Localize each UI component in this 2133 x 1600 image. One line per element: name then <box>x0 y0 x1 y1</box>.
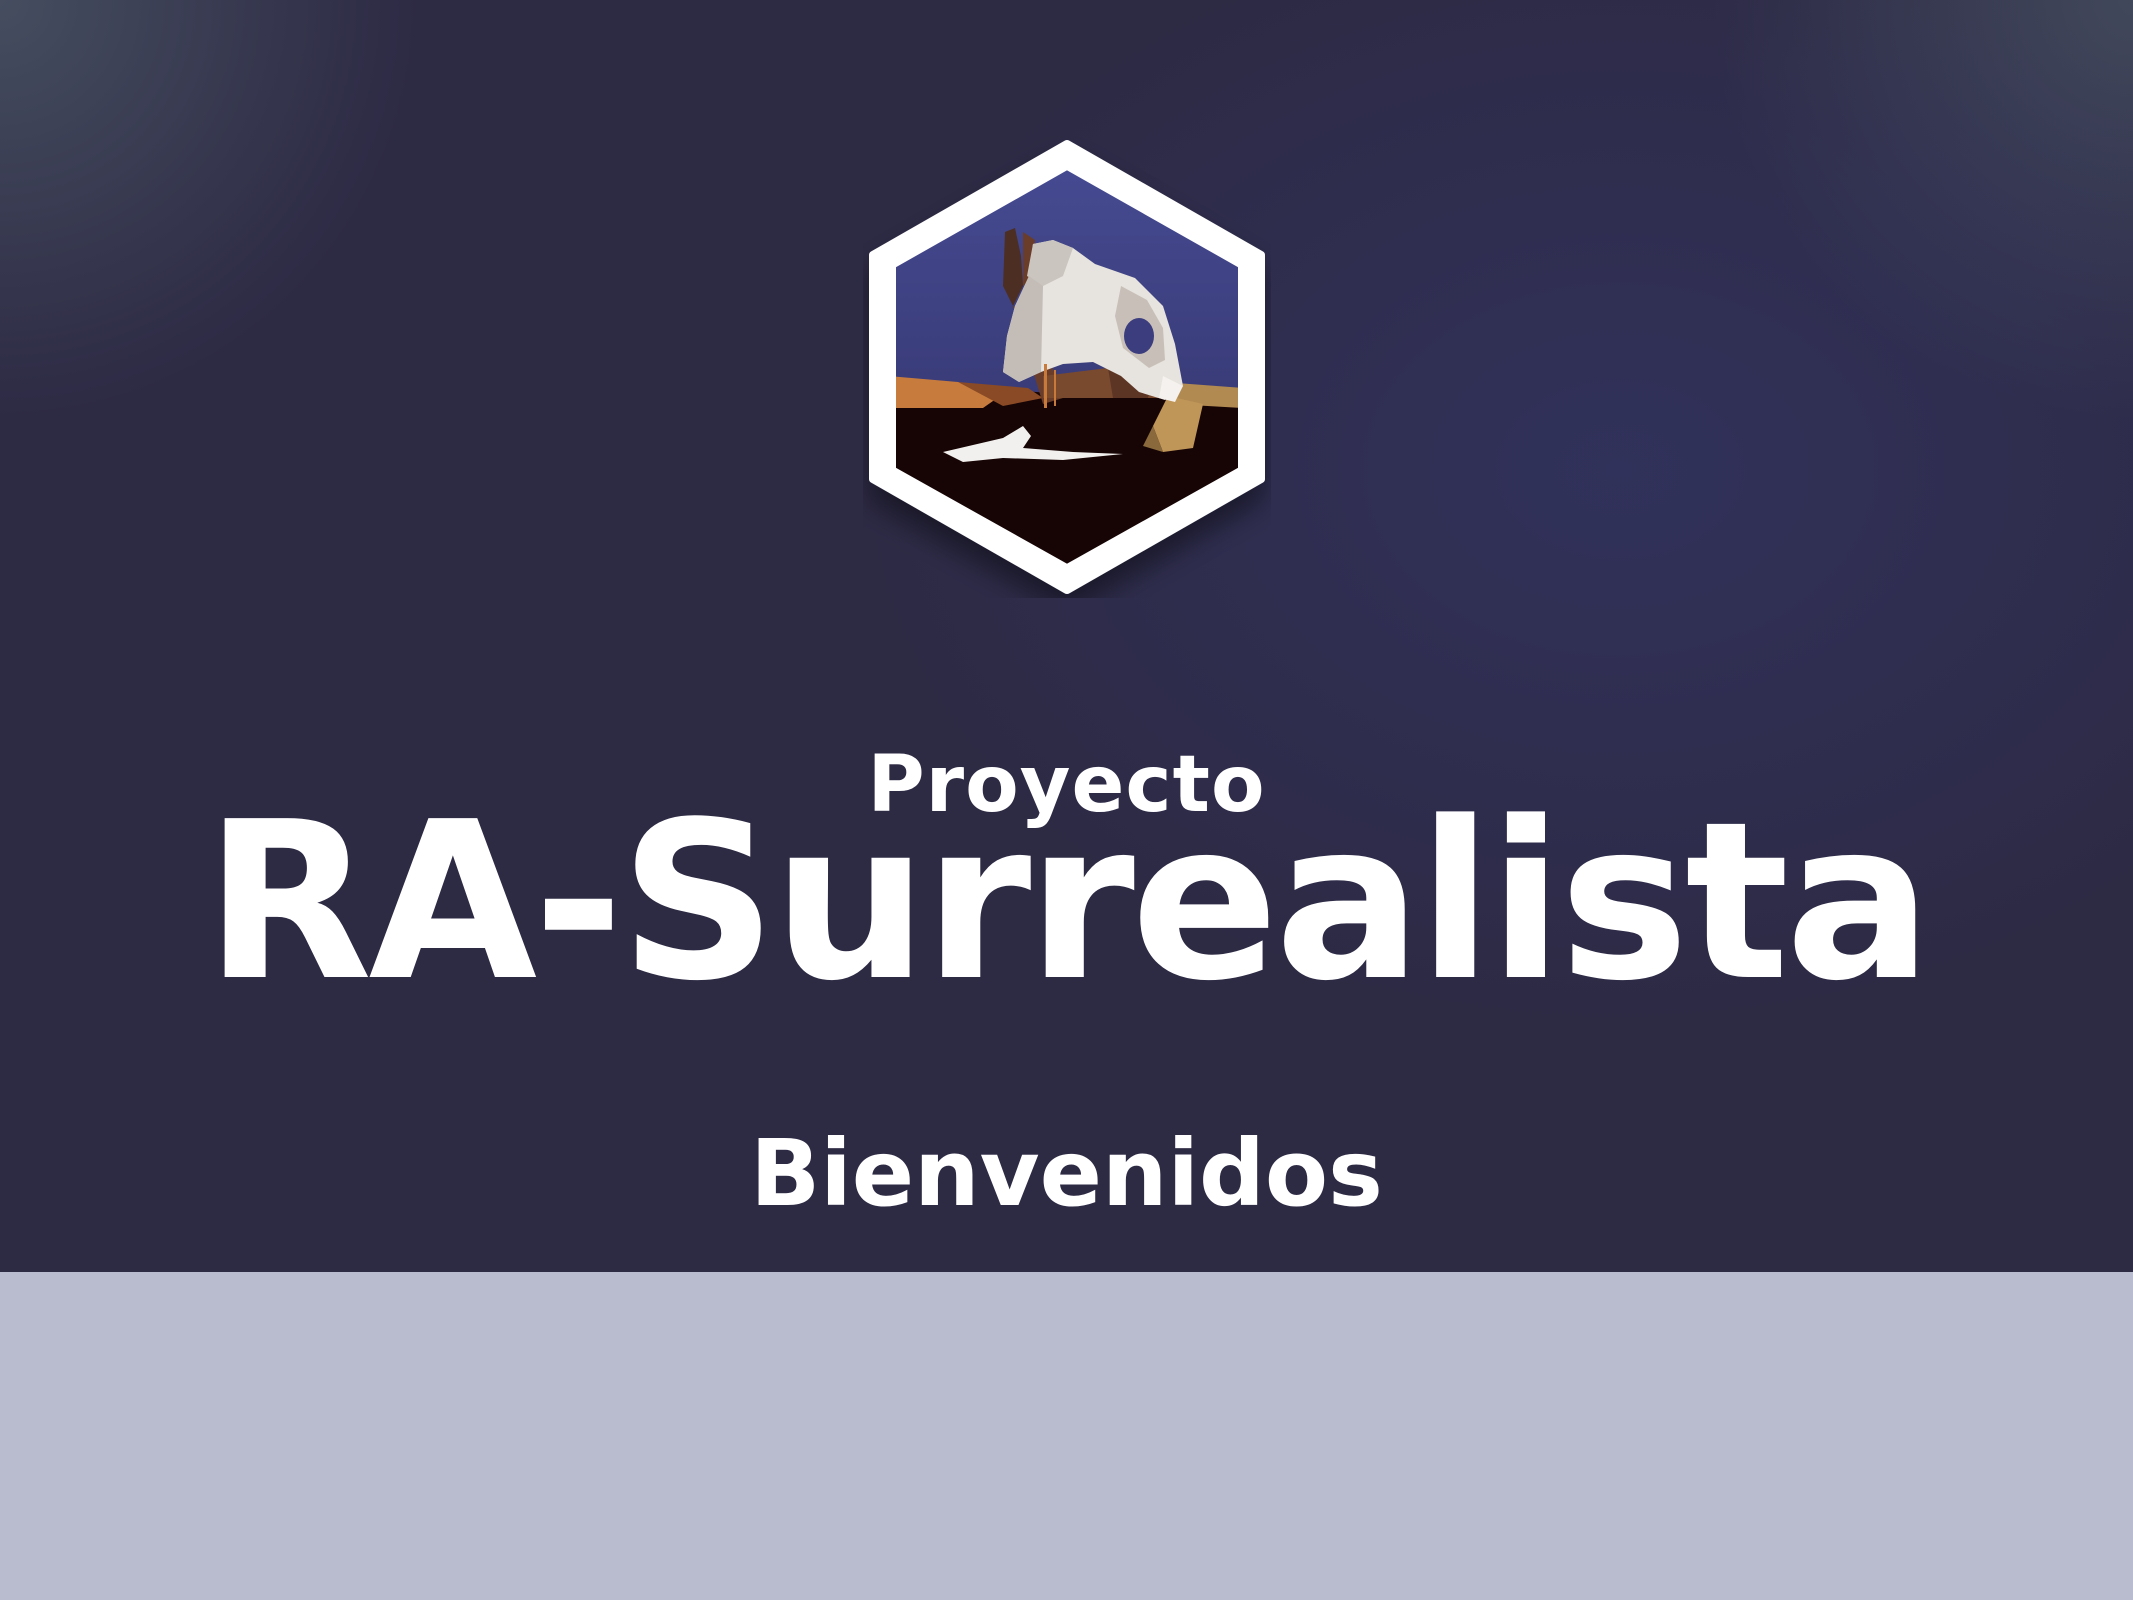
surrealist-melting-clock-icon <box>863 136 1271 598</box>
welcome-text: Bienvenidos <box>750 1120 1383 1227</box>
footer-band <box>0 1272 2133 1600</box>
slide-title: RA-Surrealista <box>204 776 1933 1029</box>
presentation-slide: Proyecto RA-Surrealista Bienvenidos <box>0 0 2133 1600</box>
